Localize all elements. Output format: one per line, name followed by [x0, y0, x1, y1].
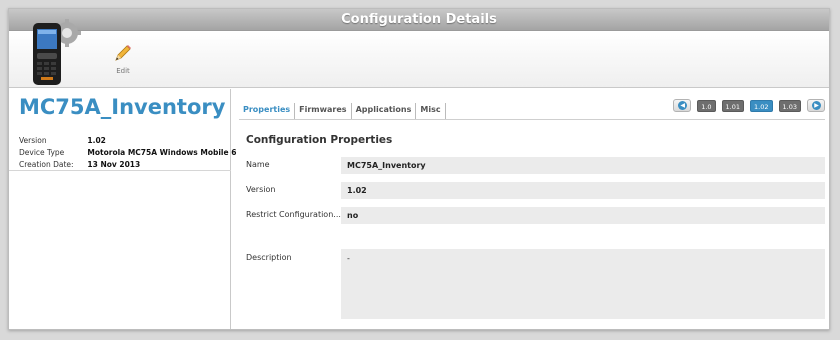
arrow-left-icon: ◀ [678, 101, 688, 110]
tab-applications[interactable]: Applications [352, 103, 417, 119]
property-value-description: - [341, 249, 825, 319]
meta-value: 13 Nov 2013 [87, 160, 141, 169]
arrow-right-icon: ▶ [812, 101, 821, 110]
meta-row-version: Version 1.02 [19, 135, 236, 147]
tab-bar: Properties Firmwares Applications Misc [239, 103, 446, 119]
tab-firmwares[interactable]: Firmwares [295, 103, 352, 119]
property-value-name: MC75A_Inventory [341, 157, 825, 174]
meta-value: Motorola MC75A Windows Mobile 6 [87, 148, 237, 157]
toolbar: Edit [9, 19, 829, 88]
edit-button-label: Edit [116, 67, 130, 75]
configuration-details-window: Configuration Details Edit MC75A_Invento… [8, 8, 830, 330]
pencil-icon [115, 45, 131, 61]
property-value-restrict-configuration: no [341, 207, 825, 224]
property-label-name: Name [246, 160, 270, 169]
version-badge[interactable]: 1.03 [778, 99, 801, 112]
version-switcher: ◀ 1.0 1.01 1.02 1.03 ▶ [667, 99, 825, 112]
configuration-content-panel: Properties Firmwares Applications Misc ◀… [239, 89, 829, 329]
tab-misc[interactable]: Misc [416, 103, 446, 119]
divider [9, 170, 231, 171]
tab-underline [239, 119, 825, 120]
meta-key: Version [19, 136, 47, 145]
meta-row-device-type: Device Type Motorola MC75A Windows Mobil… [19, 147, 236, 159]
device-summary-panel: MC75A_Inventory Version 1.02 Device Type… [9, 89, 236, 329]
meta-key: Device Type [19, 148, 65, 157]
window-title: Configuration Details [9, 9, 829, 31]
edit-button[interactable]: Edit [106, 43, 140, 75]
property-value-version: 1.02 [341, 182, 825, 199]
next-version-button[interactable]: ▶ [807, 99, 825, 112]
version-badge[interactable]: 1.01 [721, 99, 745, 112]
section-title: Configuration Properties [246, 134, 393, 146]
device-meta: Version 1.02 Device Type Motorola MC75A … [19, 135, 236, 171]
version-badge[interactable]: 1.0 [697, 99, 716, 112]
property-label-restrict-configuration: Restrict Configuration... [246, 210, 341, 219]
previous-version-button[interactable]: ◀ [673, 99, 692, 112]
property-label-description: Description [246, 253, 292, 262]
tab-properties[interactable]: Properties [239, 103, 296, 119]
version-badge-current[interactable]: 1.02 [750, 99, 773, 112]
property-label-version: Version [246, 185, 276, 194]
device-name-title: MC75A_Inventory [19, 95, 226, 119]
mobile-device-gear-icon [33, 19, 81, 85]
meta-value: 1.02 [87, 136, 106, 145]
